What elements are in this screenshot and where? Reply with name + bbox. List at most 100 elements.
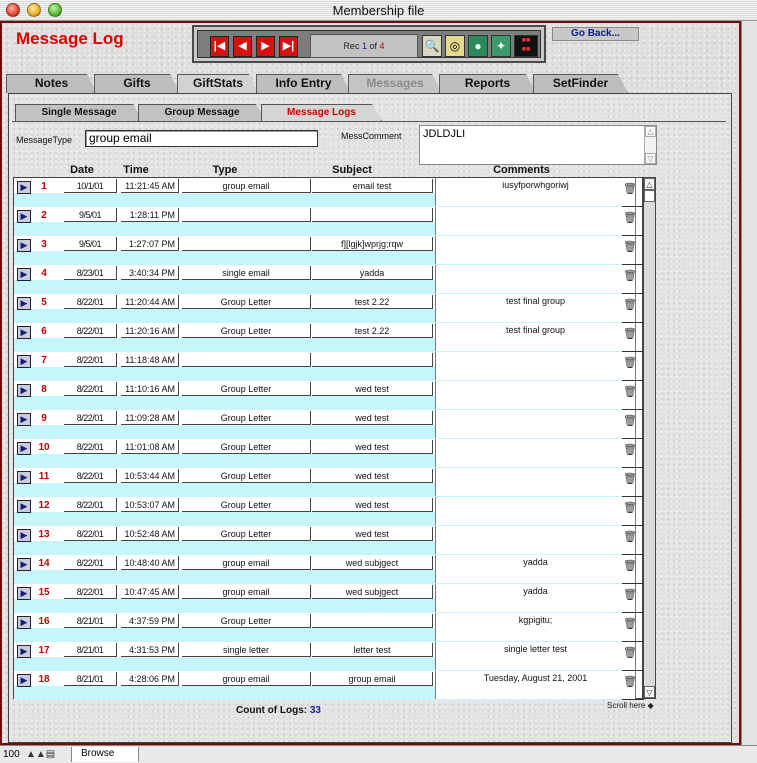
subtab-message-logs[interactable]: Message Logs <box>261 104 382 121</box>
table-row[interactable]: ▶ 8 8/22/01 11:10:16 AM Group Letter wed test… <box>14 381 644 410</box>
subtab-group-message[interactable]: Group Message <box>138 104 266 121</box>
last-record-button[interactable]: ▶| <box>279 36 298 57</box>
type-cell[interactable]: Group Letter <box>182 469 311 483</box>
comment-cell[interactable] <box>435 410 636 438</box>
comment-cell[interactable] <box>435 468 636 496</box>
table-row[interactable]: ▶ 13 8/22/01 10:52:48 AM Group Letter wed tes… <box>14 526 644 555</box>
subject-cell[interactable]: wed test <box>312 527 433 541</box>
subject-cell[interactable] <box>312 208 433 222</box>
tab-info-entry[interactable]: Info Entry <box>256 74 351 93</box>
table-row[interactable]: ▶ 17 8/21/01 4:31:53 PM single letter letter … <box>14 642 644 671</box>
comment-cell[interactable]: test final group <box>435 294 636 322</box>
type-cell[interactable]: single letter <box>182 643 311 657</box>
type-cell[interactable]: group email <box>182 585 311 599</box>
date-cell[interactable]: 8/22/01 <box>64 556 117 570</box>
table-scroll-thumb[interactable] <box>644 190 655 202</box>
scroll-up-arrow-icon[interactable]: △ <box>645 126 656 137</box>
go-to-message-icon[interactable]: ▶ <box>17 616 31 629</box>
date-cell[interactable]: 9/5/01 <box>64 208 117 222</box>
subject-cell[interactable]: wed subjgect <box>312 585 433 599</box>
subject-cell[interactable]: wed test <box>312 498 433 512</box>
go-to-message-icon[interactable]: ▶ <box>17 529 31 542</box>
magnifier-icon[interactable]: 🔍 <box>422 35 442 57</box>
table-row[interactable]: ▶ 12 8/22/01 10:53:07 AM Group Letter wed tes… <box>14 497 644 526</box>
time-cell[interactable]: 11:01:08 AM <box>121 440 179 454</box>
time-cell[interactable]: 4:28:06 PM <box>121 672 179 686</box>
time-cell[interactable]: 1:27:07 PM <box>121 237 179 251</box>
date-cell[interactable]: 8/22/01 <box>64 527 117 541</box>
go-to-message-icon[interactable]: ▶ <box>17 674 31 687</box>
go-to-message-icon[interactable]: ▶ <box>17 181 31 194</box>
go-to-message-icon[interactable]: ▶ <box>17 587 31 600</box>
date-cell[interactable]: 9/5/01 <box>64 237 117 251</box>
date-cell[interactable]: 8/22/01 <box>64 411 117 425</box>
trash-icon[interactable]: 🗑 <box>623 617 637 630</box>
type-cell[interactable]: Group Letter <box>182 324 311 338</box>
mode-indicator[interactable]: Browse <box>71 747 139 762</box>
trash-icon[interactable]: 🗑 <box>623 240 637 253</box>
time-cell[interactable]: 11:09:28 AM <box>121 411 179 425</box>
globe-icon[interactable]: ◎ <box>445 35 465 57</box>
zoom-controls-icon[interactable]: ▲▲▤ <box>26 749 55 760</box>
subject-cell[interactable]: f][lgjk]wprjg;rqw <box>312 237 433 251</box>
tab-giftstats[interactable]: GiftStats <box>177 74 259 95</box>
type-cell[interactable]: group email <box>182 556 311 570</box>
comment-cell[interactable] <box>435 352 636 380</box>
table-row[interactable]: ▶ 1 10/1/01 11:21:45 AM group email email tes… <box>14 178 644 207</box>
tab-setfinder[interactable]: SetFinder <box>533 74 628 93</box>
subject-cell[interactable]: email test <box>312 179 433 193</box>
table-scroll-up-icon[interactable]: △ <box>644 178 655 190</box>
go-to-message-icon[interactable]: ▶ <box>17 471 31 484</box>
subject-cell[interactable]: test 2.22 <box>312 324 433 338</box>
comment-cell[interactable] <box>435 439 636 467</box>
table-row[interactable]: ▶ 5 8/22/01 11:20:44 AM Group Letter test 2.2… <box>14 294 644 323</box>
date-cell[interactable]: 8/22/01 <box>64 353 117 367</box>
table-row[interactable]: ▶ 15 8/22/01 10:47:45 AM group email wed subj… <box>14 584 644 613</box>
date-cell[interactable]: 8/23/01 <box>64 266 117 280</box>
date-cell[interactable]: 10/1/01 <box>64 179 117 193</box>
next-record-button[interactable]: ▶ <box>256 36 275 57</box>
trash-icon[interactable]: 🗑 <box>623 298 637 311</box>
comment-cell[interactable]: yadda <box>435 555 636 583</box>
subject-cell[interactable]: letter test <box>312 643 433 657</box>
message-comment-field[interactable]: JDLDJLI △ ▽ <box>419 125 657 165</box>
comment-cell[interactable]: test final group <box>435 323 636 351</box>
comment-cell[interactable] <box>435 526 636 554</box>
type-cell[interactable]: single email <box>182 266 311 280</box>
time-cell[interactable]: 4:31:53 PM <box>121 643 179 657</box>
go-to-message-icon[interactable]: ▶ <box>17 297 31 310</box>
date-cell[interactable]: 8/22/01 <box>64 382 117 396</box>
tab-messages[interactable]: Messages <box>348 74 442 93</box>
table-row[interactable]: ▶ 9 8/22/01 11:09:28 AM Group Letter wed test… <box>14 410 644 439</box>
time-cell[interactable]: 10:53:44 AM <box>121 469 179 483</box>
date-cell[interactable]: 8/22/01 <box>64 324 117 338</box>
date-cell[interactable]: 8/22/01 <box>64 469 117 483</box>
subject-cell[interactable]: group email <box>312 672 433 686</box>
table-row[interactable]: ▶ 7 8/22/01 11:18:48 AM 🗑 <box>14 352 644 381</box>
type-cell[interactable]: Group Letter <box>182 382 311 396</box>
subject-cell[interactable] <box>312 353 433 367</box>
table-row[interactable]: ▶ 6 8/22/01 11:20:16 AM Group Letter test 2.2… <box>14 323 644 352</box>
go-to-message-icon[interactable]: ▶ <box>17 355 31 368</box>
table-row[interactable]: ▶ 3 9/5/01 1:27:07 PM f][lgjk]wprjg;rqw 🗑 <box>14 236 644 265</box>
go-to-message-icon[interactable]: ▶ <box>17 413 31 426</box>
time-cell[interactable]: 11:20:44 AM <box>121 295 179 309</box>
type-cell[interactable]: Group Letter <box>182 440 311 454</box>
table-row[interactable]: ▶ 11 8/22/01 10:53:44 AM Group Letter wed tes… <box>14 468 644 497</box>
contact-center-icon[interactable]: ■■ ■■ <box>514 35 538 57</box>
go-to-message-icon[interactable]: ▶ <box>17 558 31 571</box>
comment-cell[interactable]: kgpigitu; <box>435 613 636 641</box>
scroll-down-arrow-icon[interactable]: ▽ <box>645 153 656 164</box>
date-cell[interactable]: 8/21/01 <box>64 672 117 686</box>
trash-icon[interactable]: 🗑 <box>623 385 637 398</box>
comment-cell[interactable]: Tuesday, August 21, 2001 <box>435 671 636 699</box>
time-cell[interactable]: 10:48:40 AM <box>121 556 179 570</box>
subject-cell[interactable]: wed subjgect <box>312 556 433 570</box>
trash-icon[interactable]: 🗑 <box>623 182 637 195</box>
trash-icon[interactable]: 🗑 <box>623 646 637 659</box>
time-cell[interactable]: 10:53:07 AM <box>121 498 179 512</box>
trash-icon[interactable]: 🗑 <box>623 443 637 456</box>
table-row[interactable]: ▶ 4 8/23/01 3:40:34 PM single email yadda 🗑 <box>14 265 644 294</box>
trash-icon[interactable]: 🗑 <box>623 327 637 340</box>
type-cell[interactable] <box>182 353 311 367</box>
